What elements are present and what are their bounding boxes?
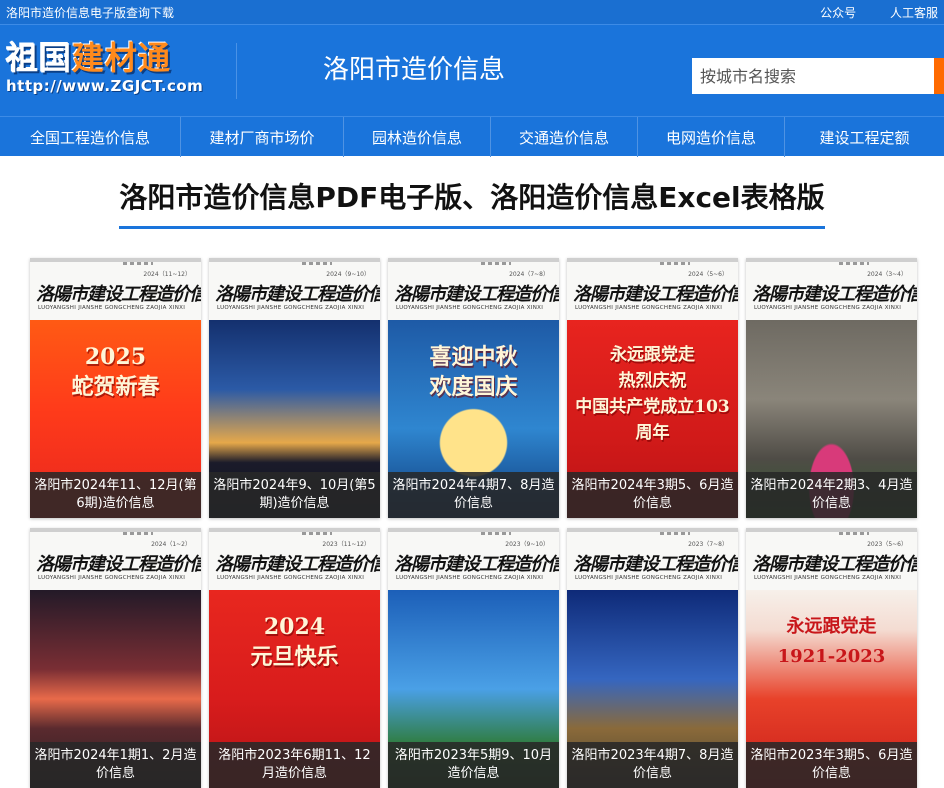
nav-grid-cost-info[interactable]: 电网造价信息 (638, 117, 785, 157)
cover-magazine-title: 洛陽市建设工程造价信息 (36, 554, 201, 575)
cover-masthead: 2024（3~4） 洛陽市建设工程造价信息LUOYANGSHI JIANSHE G… (746, 258, 917, 320)
cover-masthead: 2023（11~12） 洛陽市建设工程造价信息LUOYANGSHI JIANSHE… (209, 528, 380, 590)
cover-issue-label: 2023（5~6） (867, 541, 907, 548)
section-heading: 洛阳市造价信息PDF电子版、洛阳造价信息Excel表格版 (119, 180, 825, 229)
cover-masthead: 2024（7~8） 洛陽市建设工程造价信息LUOYANGSHI JIANSHE G… (388, 258, 559, 320)
issue-caption[interactable]: 洛阳市2023年4期7、8月造价信息 (567, 742, 738, 788)
page-title: 洛阳市造价信息 (323, 55, 506, 85)
issue-card[interactable]: 2024（9~10） 洛陽市建设工程造价信息LUOYANGSHI JIANSHE … (209, 258, 380, 518)
cover-issue-label: 2024（7~8） (509, 271, 549, 278)
cover-masthead: 2024（1~2） 洛陽市建设工程造价信息LUOYANGSHI JIANSHE G… (30, 528, 201, 590)
search-input[interactable] (692, 58, 934, 94)
nav-national-cost-info[interactable]: 全国工程造价信息 (0, 117, 181, 157)
cover-issue-label: 2023（7~8） (688, 541, 728, 548)
cover-magazine-pinyin: LUOYANGSHI JIANSHE GONGCHENG ZAOJIA XINX… (754, 575, 902, 581)
cover-magazine-pinyin: LUOYANGSHI JIANSHE GONGCHENG ZAOJIA XINX… (38, 305, 186, 311)
cover-magazine-pinyin: LUOYANGSHI JIANSHE GONGCHENG ZAOJIA XINX… (754, 305, 902, 311)
cover-magazine-pinyin: LUOYANGSHI JIANSHE GONGCHENG ZAOJIA XINX… (396, 575, 544, 581)
cover-art-text: 永远跟党走 1921-2023 (777, 616, 886, 667)
issue-caption[interactable]: 洛阳市2024年2期3、4月造价信息 (746, 472, 917, 518)
issue-card[interactable]: 2023（11~12） 洛陽市建设工程造价信息LUOYANGSHI JIANSHE… (209, 528, 380, 788)
search-button[interactable] (934, 58, 944, 94)
cover-issue-label: 2024（5~6） (688, 271, 728, 278)
cover-art-text: 永远跟党走 热烈庆祝 中国共产党成立103周年 (575, 345, 730, 443)
logo-text-part1: 祖国 (6, 39, 73, 77)
header: 祖国建材通 http://www.ZGJCT.com 洛阳市造价信息 (0, 24, 944, 116)
site-subtitle: 洛阳市造价信息电子版查询下载 (6, 5, 175, 20)
cover-magazine-pinyin: LUOYANGSHI JIANSHE GONGCHENG ZAOJIA XINX… (38, 575, 186, 581)
cover-issue-label: 2024（1~2） (151, 541, 191, 548)
cover-magazine-pinyin: LUOYANGSHI JIANSHE GONGCHENG ZAOJIA XINX… (575, 305, 723, 311)
nav-traffic-cost-info[interactable]: 交通造价信息 (491, 117, 638, 157)
issue-card[interactable]: 2024（11~12） 洛陽市建设工程造价信息LUOYANGSHI JIANSHE… (30, 258, 201, 518)
issue-caption[interactable]: 洛阳市2024年11、12月(第6期)造价信息 (30, 472, 201, 518)
cover-magazine-pinyin: LUOYANGSHI JIANSHE GONGCHENG ZAOJIA XINX… (575, 575, 723, 581)
cover-magazine-pinyin: LUOYANGSHI JIANSHE GONGCHENG ZAOJIA XINX… (217, 575, 365, 581)
nav-construction-quota[interactable]: 建设工程定额 (785, 117, 944, 157)
issue-card[interactable]: 2024（7~8） 洛陽市建设工程造价信息LUOYANGSHI JIANSHE G… (388, 258, 559, 518)
cover-magazine-title: 洛陽市建设工程造价信息 (394, 284, 559, 305)
cover-issue-label: 2024（9~10） (326, 271, 370, 278)
nav-landscape-cost-info[interactable]: 园林造价信息 (344, 117, 491, 157)
customer-service-link[interactable]: 人工客服 (890, 6, 938, 20)
issue-caption[interactable]: 洛阳市2023年6期11、12月造价信息 (209, 742, 380, 788)
cover-magazine-title: 洛陽市建设工程造价信息 (215, 284, 380, 305)
cover-art-text: 2025 蛇贺新春 (71, 344, 160, 400)
cover-masthead: 2024（9~10） 洛陽市建设工程造价信息LUOYANGSHI JIANSHE … (209, 258, 380, 320)
issue-caption[interactable]: 洛阳市2023年3期5、6月造价信息 (746, 742, 917, 788)
cover-magazine-title: 洛陽市建设工程造价信息 (36, 284, 201, 305)
cover-masthead: 2023（5~6） 洛陽市建设工程造价信息LUOYANGSHI JIANSHE G… (746, 528, 917, 590)
top-bar: 洛阳市造价信息电子版查询下载 公众号 人工客服 (0, 0, 944, 24)
cover-masthead: 2023（9~10） 洛陽市建设工程造价信息LUOYANGSHI JIANSHE … (388, 528, 559, 590)
cover-magazine-title: 洛陽市建设工程造价信息 (752, 284, 917, 305)
logo-url: http://www.ZGJCT.com (6, 77, 204, 95)
issue-caption[interactable]: 洛阳市2023年5期9、10月造价信息 (388, 742, 559, 788)
cover-magazine-title: 洛陽市建设工程造价信息 (573, 284, 738, 305)
logo-text-part2: 建材通 (72, 39, 172, 77)
issue-card[interactable]: 2023（5~6） 洛陽市建设工程造价信息LUOYANGSHI JIANSHE G… (746, 528, 917, 788)
site-logo[interactable]: 祖国建材通 http://www.ZGJCT.com (6, 39, 220, 103)
nav-manufacturer-price[interactable]: 建材厂商市场价 (181, 117, 344, 157)
cover-magazine-pinyin: LUOYANGSHI JIANSHE GONGCHENG ZAOJIA XINX… (217, 305, 365, 311)
cover-issue-label: 2023（11~12） (322, 541, 370, 548)
issue-caption[interactable]: 洛阳市2024年1期1、2月造价信息 (30, 742, 201, 788)
search-box (692, 58, 944, 94)
cover-magazine-title: 洛陽市建设工程造价信息 (394, 554, 559, 575)
cover-magazine-title: 洛陽市建设工程造价信息 (573, 554, 738, 575)
issue-caption[interactable]: 洛阳市2024年4期7、8月造价信息 (388, 472, 559, 518)
main-nav: 全国工程造价信息 建材厂商市场价 园林造价信息 交通造价信息 电网造价信息 建设… (0, 116, 944, 157)
issue-card[interactable]: 2024（5~6） 洛陽市建设工程造价信息LUOYANGSHI JIANSHE G… (567, 258, 738, 518)
cover-issue-label: 2024（11~12） (143, 271, 191, 278)
header-divider (236, 43, 237, 99)
wechat-official-link[interactable]: 公众号 (820, 6, 856, 20)
cover-masthead: 2024（11~12） 洛陽市建设工程造价信息LUOYANGSHI JIANSHE… (30, 258, 201, 320)
cover-art-text: 2024 元旦快乐 (250, 614, 339, 670)
issue-card[interactable]: 2024（1~2） 洛陽市建设工程造价信息LUOYANGSHI JIANSHE G… (30, 528, 201, 788)
cover-magazine-title: 洛陽市建设工程造价信息 (752, 554, 917, 575)
cover-masthead: 2024（5~6） 洛陽市建设工程造价信息LUOYANGSHI JIANSHE G… (567, 258, 738, 320)
issue-card[interactable]: 2024（3~4） 洛陽市建设工程造价信息LUOYANGSHI JIANSHE G… (746, 258, 917, 518)
issue-card[interactable]: 2023（9~10） 洛陽市建设工程造价信息LUOYANGSHI JIANSHE … (388, 528, 559, 788)
cover-magazine-pinyin: LUOYANGSHI JIANSHE GONGCHENG ZAOJIA XINX… (396, 305, 544, 311)
issue-card[interactable]: 2023（7~8） 洛陽市建设工程造价信息LUOYANGSHI JIANSHE G… (567, 528, 738, 788)
cover-art-text: 喜迎中秋 欢度国庆 (429, 344, 518, 400)
issue-caption[interactable]: 洛阳市2024年9、10月(第5期)造价信息 (209, 472, 380, 518)
cover-magazine-title: 洛陽市建设工程造价信息 (215, 554, 380, 575)
cover-issue-label: 2024（3~4） (867, 271, 907, 278)
issue-caption[interactable]: 洛阳市2024年3期5、6月造价信息 (567, 472, 738, 518)
cover-masthead: 2023（7~8） 洛陽市建设工程造价信息LUOYANGSHI JIANSHE G… (567, 528, 738, 590)
cover-issue-label: 2023（9~10） (505, 541, 549, 548)
